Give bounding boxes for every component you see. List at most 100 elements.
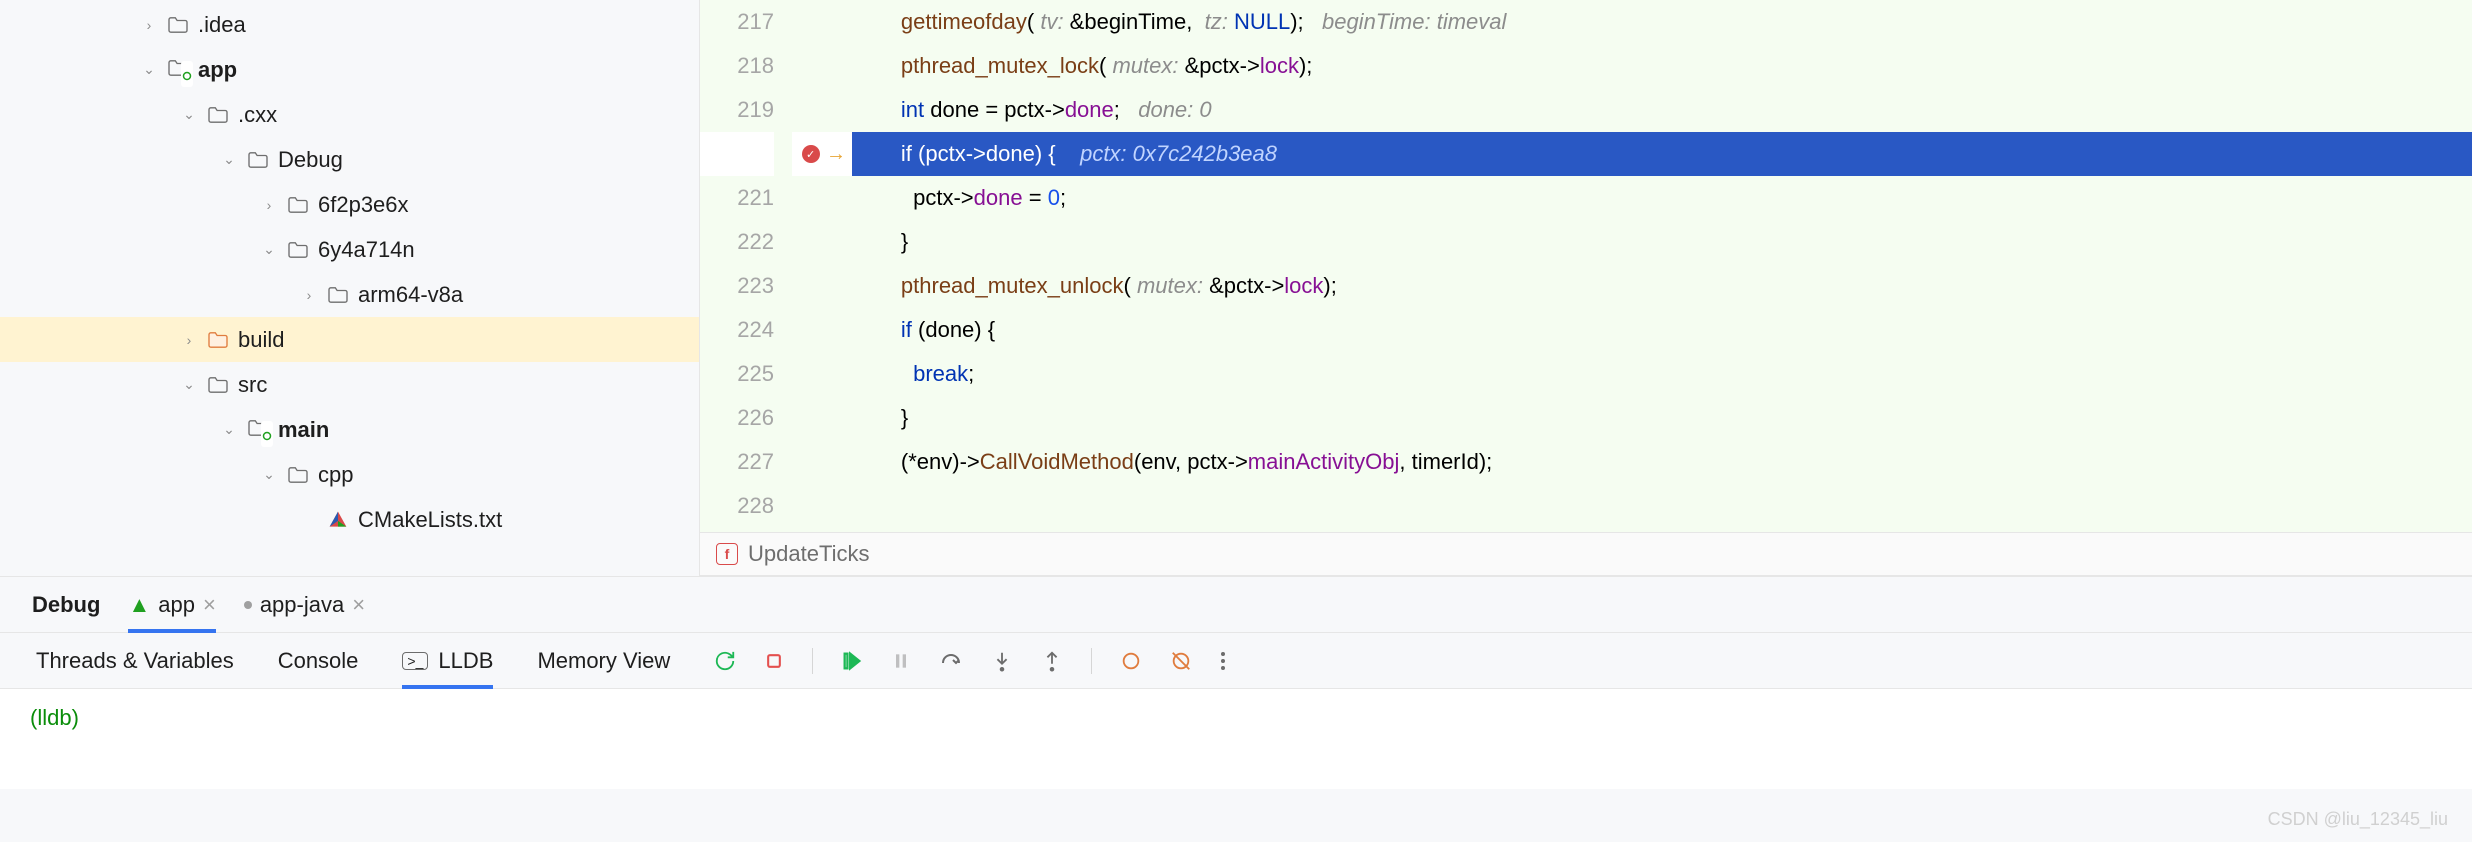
tree-label: build (238, 327, 284, 353)
folder-icon (286, 241, 310, 259)
code-line-218[interactable]: pthread_mutex_lock( mutex: &pctx->lock); (852, 44, 2472, 88)
tree-item-build[interactable]: › build (0, 317, 699, 362)
tree-label: arm64-v8a (358, 282, 463, 308)
pause-icon[interactable] (891, 651, 911, 671)
watermark: CSDN @liu_12345_liu (2268, 809, 2448, 830)
code-lines[interactable]: gettimeofday( tv: &beginTime, tz: NULL);… (852, 0, 2472, 532)
code-line-224[interactable]: if (done) { (852, 308, 2472, 352)
tab-label: app-java (260, 592, 344, 618)
folder-icon (326, 286, 350, 304)
code-line-221[interactable]: pctx->done = 0; (852, 176, 2472, 220)
code-line-227[interactable]: (*env)->CallVoidMethod(env, pctx->mainAc… (852, 440, 2472, 484)
code-line-219[interactable]: int done = pctx->done; done: 0 (852, 88, 2472, 132)
step-over-icon[interactable] (939, 649, 963, 673)
project-tree[interactable]: ›.idea⌄app⌄.cxx⌄Debug›6f2p3e6x⌄6y4a714n›… (0, 0, 700, 576)
tree-item-arm64-v8a[interactable]: › arm64-v8a (0, 272, 699, 317)
code-line-222[interactable]: } (852, 220, 2472, 264)
chevron-icon[interactable]: › (180, 332, 198, 348)
debug-title: Debug (32, 592, 100, 618)
mute-breakpoints-icon[interactable] (1170, 650, 1192, 672)
breakpoint-icon[interactable]: ✓ (802, 145, 820, 163)
gutter-marks: ✓→ (792, 0, 852, 532)
debug-tab-app[interactable]: ▲ app × (128, 577, 215, 633)
breadcrumb-text: UpdateTicks (748, 541, 869, 567)
chevron-icon[interactable]: ⌄ (260, 241, 278, 258)
tree-item-main[interactable]: ⌄ main (0, 407, 699, 452)
code-line-220[interactable]: if (pctx->done) { pctx: 0x7c242b3ea8 (852, 132, 2472, 176)
code-line-223[interactable]: pthread_mutex_unlock( mutex: &pctx->lock… (852, 264, 2472, 308)
tree-label: .idea (198, 12, 246, 38)
folder-icon (286, 466, 310, 484)
tree-label: src (238, 372, 267, 398)
chevron-icon[interactable]: ⌄ (260, 466, 278, 483)
resume-icon[interactable] (841, 650, 863, 672)
tool-label: LLDB (438, 648, 493, 674)
chevron-icon[interactable]: ⌄ (220, 421, 238, 438)
tree-label: main (278, 417, 329, 443)
code-line-225[interactable]: break; (852, 352, 2472, 396)
code-editor: 217218219221222223224225226227228 ✓→ get… (700, 0, 2472, 576)
terminal-icon: >_ (402, 652, 428, 670)
folder-icon (286, 196, 310, 214)
debug-session-tabs: Debug ▲ app × app-java × (0, 577, 2472, 633)
step-into-icon[interactable] (991, 650, 1013, 672)
view-breakpoints-icon[interactable] (1120, 650, 1142, 672)
code-line-217[interactable]: gettimeofday( tv: &beginTime, tz: NULL);… (852, 0, 2472, 44)
folder-icon (326, 510, 350, 530)
folder-icon (206, 331, 230, 349)
debug-tool-window: Debug ▲ app × app-java × Threads & Variables… (0, 576, 2472, 789)
chevron-icon[interactable]: ⌄ (180, 376, 198, 393)
console-prompt: (lldb) (30, 705, 79, 730)
chevron-icon[interactable]: ⌄ (220, 151, 238, 168)
tree-label: app (198, 57, 237, 83)
tree-item-.cxx[interactable]: ⌄ .cxx (0, 92, 699, 137)
folder-icon (246, 151, 270, 169)
tree-label: cpp (318, 462, 353, 488)
tree-label: .cxx (238, 102, 277, 128)
breadcrumb-bar[interactable]: f UpdateTicks (700, 532, 2472, 576)
folder-icon (166, 57, 190, 83)
folder-icon (166, 16, 190, 34)
tree-item-cpp[interactable]: ⌄ cpp (0, 452, 699, 497)
tree-item-6y4a714n[interactable]: ⌄6y4a714n (0, 227, 699, 272)
tree-item-CMakeLists.txt[interactable]: CMakeLists.txt (0, 497, 699, 542)
tree-item-src[interactable]: ⌄ src (0, 362, 699, 407)
step-out-icon[interactable] (1041, 650, 1063, 672)
tool-tab-lldb[interactable]: >_ LLDB (402, 633, 493, 689)
tool-tab-memory-view[interactable]: Memory View (537, 633, 670, 689)
tree-item-app[interactable]: ⌄ app (0, 47, 699, 92)
tree-item-.idea[interactable]: › .idea (0, 2, 699, 47)
close-icon[interactable]: × (352, 592, 365, 618)
tool-label: Threads & Variables (36, 648, 234, 674)
tab-label: app (158, 592, 195, 618)
tool-tab-console[interactable]: Console (278, 633, 359, 689)
android-icon: ▲ (128, 592, 150, 618)
chevron-icon[interactable]: › (260, 197, 278, 213)
more-icon[interactable] (1220, 650, 1226, 672)
tree-label: 6f2p3e6x (318, 192, 409, 218)
function-icon: f (716, 543, 738, 565)
chevron-icon[interactable]: ⌄ (180, 106, 198, 123)
chevron-icon[interactable]: ⌄ (140, 61, 158, 78)
chevron-icon[interactable]: › (140, 17, 158, 33)
tool-label: Memory View (537, 648, 670, 674)
debug-tool-tabs: Threads & Variables Console >_ LLDB Memory V… (0, 633, 2472, 689)
tool-tab-threads-&-variables[interactable]: Threads & Variables (36, 633, 234, 689)
lldb-console[interactable]: (lldb) (0, 689, 2472, 789)
folder-icon (206, 106, 230, 124)
code-line-228[interactable] (852, 484, 2472, 528)
folder-icon (246, 417, 270, 443)
chevron-icon[interactable]: › (300, 287, 318, 303)
tree-item-6f2p3e6x[interactable]: › 6f2p3e6x (0, 182, 699, 227)
tree-label: CMakeLists.txt (358, 507, 502, 533)
debug-tab-app-java[interactable]: app-java × (244, 577, 365, 633)
close-icon[interactable]: × (203, 592, 216, 618)
dot-icon (244, 601, 252, 609)
folder-icon (206, 376, 230, 394)
tool-label: Console (278, 648, 359, 674)
code-line-226[interactable]: } (852, 396, 2472, 440)
stop-icon[interactable] (764, 651, 784, 671)
tree-item-Debug[interactable]: ⌄Debug (0, 137, 699, 182)
line-gutter: 217218219221222223224225226227228 (700, 0, 792, 532)
rerun-icon[interactable] (714, 650, 736, 672)
